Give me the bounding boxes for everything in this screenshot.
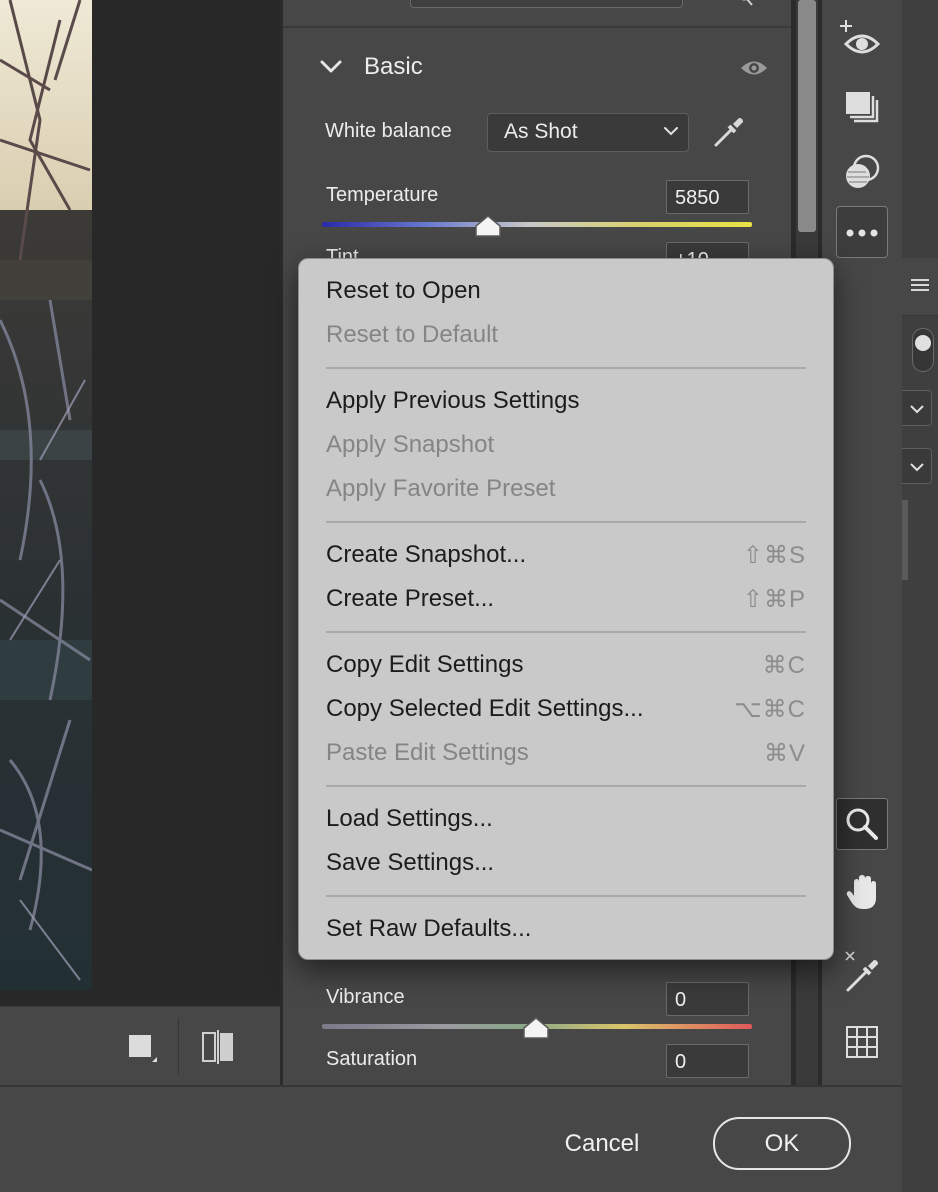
- toolbar-divider: [178, 1018, 179, 1074]
- temperature-slider-thumb[interactable]: [474, 214, 502, 238]
- add-mask-eye-icon[interactable]: [836, 14, 888, 66]
- menu-item-label: Copy Edit Settings: [326, 651, 524, 678]
- menu-item-shortcut: ⇧⌘P: [742, 586, 806, 613]
- eyedropper-icon[interactable]: [711, 114, 747, 150]
- color-sampler-icon[interactable]: [836, 946, 888, 998]
- menu-item-label: Copy Selected Edit Settings...: [326, 695, 644, 722]
- menu-item-label: Create Preset...: [326, 585, 495, 612]
- menu-item-shortcut: ⇧⌘S: [742, 542, 806, 569]
- chevron-down-icon: [662, 124, 680, 138]
- search-icon[interactable]: [737, 0, 753, 6]
- menu-item-create-snapshot[interactable]: Create Snapshot... ⇧⌘S: [326, 537, 806, 573]
- saturation-input[interactable]: 0: [666, 1044, 749, 1078]
- menu-separator: [326, 521, 806, 523]
- photo-preview[interactable]: [0, 0, 92, 990]
- menu-item-create-preset[interactable]: Create Preset... ⇧⌘P: [326, 581, 806, 617]
- vibrance-input[interactable]: 0: [666, 982, 749, 1016]
- view-mode-icon[interactable]: [128, 1034, 158, 1064]
- menu-item-label: Save Settings...: [326, 849, 495, 876]
- menu-separator: [326, 785, 806, 787]
- white-balance-value: As Shot: [504, 120, 578, 143]
- menu-item-set-raw-defaults[interactable]: Set Raw Defaults...: [326, 911, 806, 947]
- temperature-slider[interactable]: [322, 222, 752, 227]
- more-icon[interactable]: [836, 206, 888, 258]
- vibrance-slider-thumb[interactable]: [522, 1016, 550, 1040]
- menu-item-apply-snapshot: Apply Snapshot: [326, 427, 806, 463]
- hand-icon[interactable]: [836, 866, 888, 918]
- menu-item-copy-edit-settings[interactable]: Copy Edit Settings ⌘C: [326, 647, 806, 683]
- menu-item-save-settings[interactable]: Save Settings...: [326, 845, 806, 881]
- panel-scrollbar-thumb[interactable]: [798, 0, 816, 232]
- temperature-input[interactable]: 5850: [666, 180, 749, 214]
- menu-icon[interactable]: [908, 276, 932, 294]
- menu-separator: [326, 367, 806, 369]
- menu-item-apply-previous-settings[interactable]: Apply Previous Settings: [326, 383, 806, 419]
- menu-item-shortcut: ⌥⌘C: [734, 696, 806, 723]
- adjacent-select-1[interactable]: [902, 390, 932, 426]
- menu-item-label: Apply Previous Settings: [326, 387, 580, 414]
- panel-search-box[interactable]: [410, 0, 683, 8]
- menu-item-label: Reset to Open: [326, 277, 481, 304]
- temperature-label: Temperature: [326, 184, 439, 206]
- menu-item-copy-selected-edit-settings[interactable]: Copy Selected Edit Settings... ⌥⌘C: [326, 691, 806, 727]
- menu-item-shortcut: ⌘V: [763, 740, 806, 767]
- adjacent-scrollbar[interactable]: [902, 500, 908, 580]
- white-balance-label: White balance: [325, 120, 452, 142]
- menu-item-apply-favorite-preset: Apply Favorite Preset: [326, 471, 806, 507]
- section-title[interactable]: Basic: [364, 53, 423, 81]
- menu-item-load-settings[interactable]: Load Settings...: [326, 801, 806, 837]
- menu-item-label: Reset to Default: [326, 321, 499, 348]
- presets-layers-icon[interactable]: [836, 80, 888, 132]
- menu-item-shortcut: ⌘C: [762, 652, 806, 679]
- cancel-button[interactable]: Cancel: [541, 1122, 663, 1166]
- menu-item-label: Create Snapshot...: [326, 541, 527, 568]
- vibrance-label: Vibrance: [326, 986, 405, 1008]
- toggle-switch[interactable]: [912, 328, 934, 372]
- adjacent-select-2[interactable]: [902, 448, 932, 484]
- menu-item-label: Apply Favorite Preset: [326, 475, 556, 502]
- ok-button[interactable]: OK: [713, 1117, 851, 1170]
- menu-separator: [326, 631, 806, 633]
- adjacent-panel: [902, 0, 938, 1192]
- before-after-compare-icon[interactable]: [200, 1030, 236, 1064]
- grid-icon[interactable]: [836, 1016, 888, 1068]
- menu-item-paste-edit-settings: Paste Edit Settings ⌘V: [326, 735, 806, 771]
- mask-circle-icon[interactable]: [836, 146, 888, 198]
- menu-item-label: Set Raw Defaults...: [326, 915, 532, 942]
- chevron-down-icon[interactable]: [319, 58, 343, 76]
- zoom-icon[interactable]: [836, 798, 888, 850]
- menu-item-reset-to-default: Reset to Default: [326, 317, 806, 353]
- saturation-label: Saturation: [326, 1048, 418, 1070]
- menu-item-label: Load Settings...: [326, 805, 493, 832]
- eye-icon[interactable]: [739, 58, 769, 78]
- menu-item-label: Paste Edit Settings: [326, 739, 529, 766]
- menu-item-reset-to-open[interactable]: Reset to Open: [326, 273, 806, 309]
- menu-item-label: Apply Snapshot: [326, 431, 495, 458]
- menu-separator: [326, 895, 806, 897]
- section-divider: [283, 26, 791, 28]
